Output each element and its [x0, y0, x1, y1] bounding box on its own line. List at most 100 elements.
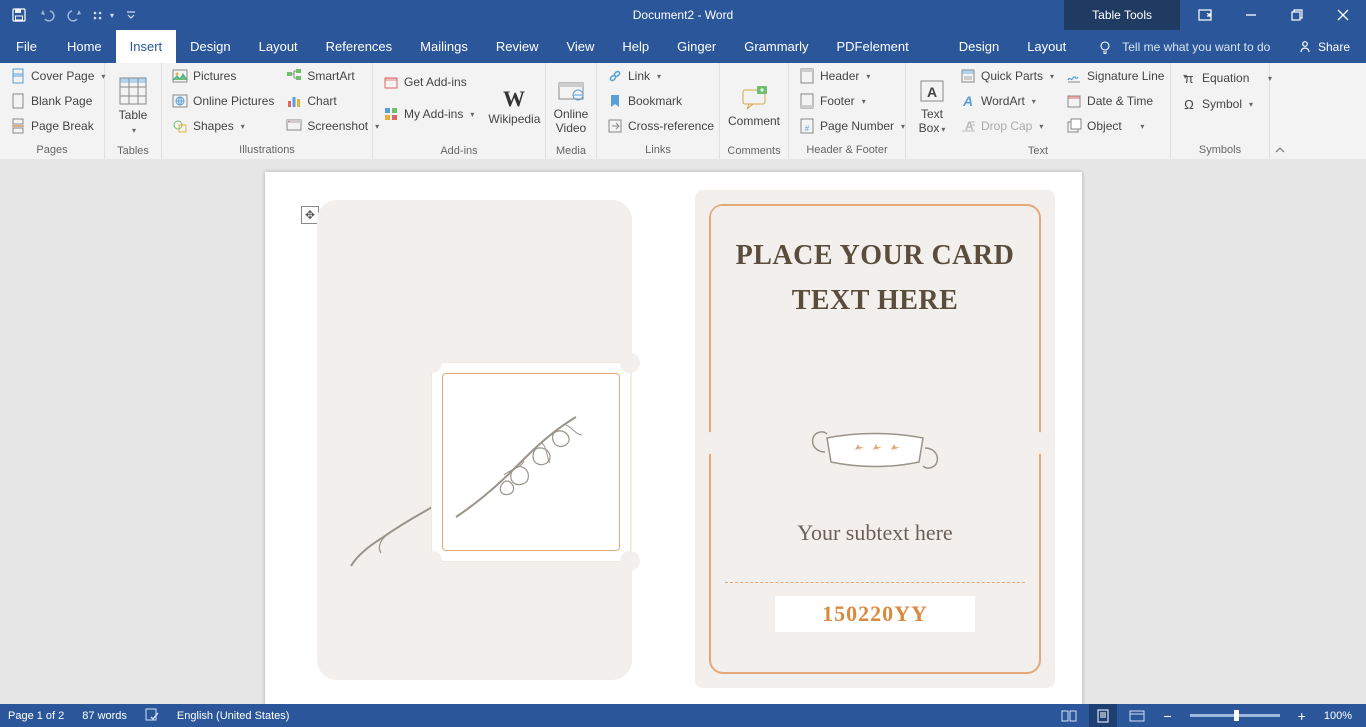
chart-button[interactable]: Chart: [282, 90, 383, 112]
group-label-pages: Pages: [0, 141, 104, 159]
tab-grammarly[interactable]: Grammarly: [730, 30, 822, 63]
group-pages: Cover Page▾ Blank Page Page Break Pages: [0, 63, 105, 159]
status-page[interactable]: Page 1 of 2: [8, 710, 64, 722]
group-addins: Get Add-ins My Add-ins▾ W Wikipedia Add-…: [373, 63, 546, 159]
picture-frame[interactable]: [431, 362, 631, 562]
share-button[interactable]: Share: [1282, 30, 1366, 63]
read-mode-button[interactable]: [1055, 704, 1083, 727]
equation-button[interactable]: πEquation ▾: [1177, 67, 1276, 89]
redo-button[interactable]: [62, 3, 88, 27]
shapes-button[interactable]: Shapes▾: [168, 115, 278, 137]
group-label-tables: Tables: [105, 143, 161, 159]
group-symbols: πEquation ▾ ΩSymbol▾ Symbols: [1171, 63, 1270, 159]
card-left-panel[interactable]: [317, 200, 632, 680]
zoom-in-button[interactable]: +: [1292, 708, 1312, 724]
status-bar: Page 1 of 2 87 words English (United Sta…: [0, 704, 1366, 727]
group-tables: Table▾ Tables: [105, 63, 162, 159]
wikipedia-button[interactable]: W Wikipedia: [482, 65, 546, 143]
document-area[interactable]: ✥ PLACE YOUR CARD: [0, 159, 1366, 704]
tab-insert[interactable]: Insert: [116, 30, 177, 63]
picture-placeholder[interactable]: [442, 373, 620, 551]
group-label-hf: Header & Footer: [789, 141, 905, 159]
group-header-footer: Header▾ Footer▾ #Page Number▾ Header & F…: [789, 63, 906, 159]
zoom-level[interactable]: 100%: [1324, 710, 1352, 722]
get-addins-button[interactable]: Get Add-ins: [379, 71, 478, 93]
share-icon: [1298, 40, 1312, 54]
tab-ginger[interactable]: Ginger: [663, 30, 730, 63]
svg-text:Ω: Ω: [1184, 97, 1194, 112]
link-button[interactable]: Link▾: [603, 65, 718, 87]
status-word-count[interactable]: 87 words: [82, 710, 127, 722]
tab-layout[interactable]: Layout: [245, 30, 312, 63]
comment-button[interactable]: Comment: [722, 65, 786, 143]
cross-reference-button[interactable]: Cross-reference: [603, 115, 718, 137]
proofing-icon[interactable]: [145, 707, 159, 724]
svg-text:W: W: [503, 86, 525, 110]
tab-view[interactable]: View: [552, 30, 608, 63]
tab-table-layout[interactable]: Layout: [1013, 30, 1080, 63]
page[interactable]: ✥ PLACE YOUR CARD: [265, 172, 1082, 704]
group-comments: Comment Comments: [720, 63, 789, 159]
minimize-button[interactable]: [1228, 0, 1274, 30]
save-button[interactable]: [6, 3, 32, 27]
web-layout-button[interactable]: [1123, 704, 1151, 727]
tab-references[interactable]: References: [312, 30, 406, 63]
qat-more-button[interactable]: ▾: [90, 3, 116, 27]
table-button[interactable]: Table▾: [112, 65, 154, 143]
wikipedia-icon: W: [499, 86, 529, 110]
online-video-button[interactable]: Online Video: [548, 65, 595, 143]
close-button[interactable]: [1320, 0, 1366, 30]
undo-button[interactable]: [34, 3, 60, 27]
tab-design[interactable]: Design: [176, 30, 244, 63]
card-right-panel[interactable]: PLACE YOUR CARD TEXT HERE Your subtext h…: [695, 190, 1055, 688]
my-addins-button[interactable]: My Add-ins▾: [379, 103, 478, 125]
tab-review[interactable]: Review: [482, 30, 553, 63]
title-bar: ▾ Document2 - Word Table Tools Sign in: [0, 0, 1366, 30]
tab-table-design[interactable]: Design: [945, 30, 1013, 63]
smartart-button[interactable]: SmartArt: [282, 65, 383, 87]
tab-file[interactable]: File: [0, 30, 53, 63]
zoom-slider[interactable]: [1190, 714, 1280, 717]
share-label: Share: [1318, 40, 1350, 54]
qat-customize-button[interactable]: [118, 3, 144, 27]
print-layout-button[interactable]: [1089, 704, 1117, 727]
footer-button[interactable]: Footer▾: [795, 90, 909, 112]
tab-mailings[interactable]: Mailings: [406, 30, 482, 63]
text-box-button[interactable]: A Text Box▾: [912, 65, 952, 143]
tab-pdfelement[interactable]: PDFelement: [822, 30, 922, 63]
blank-page-button[interactable]: Blank Page: [6, 90, 109, 112]
group-label-symbols: Symbols: [1171, 141, 1269, 159]
collapse-ribbon-button[interactable]: [1270, 63, 1290, 159]
quick-access-toolbar: ▾: [0, 3, 144, 27]
flower-sketch-icon: [446, 377, 616, 547]
group-links: Link▾ Bookmark Cross-reference Links: [597, 63, 720, 159]
table-icon: [118, 76, 148, 106]
zoom-out-button[interactable]: −: [1157, 708, 1177, 724]
tell-me-search[interactable]: Tell me what you want to do: [1098, 30, 1270, 63]
page-number-button[interactable]: #Page Number▾: [795, 115, 909, 137]
card-date[interactable]: 150220YY: [775, 596, 975, 632]
pictures-button[interactable]: Pictures: [168, 65, 278, 87]
status-language[interactable]: English (United States): [177, 710, 290, 722]
card-heading[interactable]: PLACE YOUR CARD TEXT HERE: [725, 234, 1025, 324]
tab-home[interactable]: Home: [53, 30, 116, 63]
lightbulb-icon: [1098, 40, 1112, 54]
card-subtext[interactable]: Your subtext here: [695, 520, 1055, 546]
bookmark-button[interactable]: Bookmark: [603, 90, 718, 112]
ribbon-display-options-button[interactable]: [1182, 0, 1228, 30]
drop-cap-button[interactable]: ADrop Cap▾: [956, 115, 1058, 137]
screenshot-button[interactable]: Screenshot▾: [282, 115, 383, 137]
online-pictures-button[interactable]: Online Pictures: [168, 90, 278, 112]
tab-help[interactable]: Help: [608, 30, 663, 63]
wordart-button[interactable]: AWordArt▾: [956, 90, 1058, 112]
cover-page-button[interactable]: Cover Page▾: [6, 65, 109, 87]
group-label-links: Links: [597, 141, 719, 159]
group-label-media: Media: [546, 143, 596, 159]
restore-button[interactable]: [1274, 0, 1320, 30]
page-break-button[interactable]: Page Break: [6, 115, 109, 137]
textbox-icon: A: [918, 77, 946, 105]
group-label-text: Text: [906, 143, 1170, 159]
quick-parts-button[interactable]: Quick Parts▾: [956, 65, 1058, 87]
header-button[interactable]: Header▾: [795, 65, 909, 87]
symbol-button[interactable]: ΩSymbol▾: [1177, 93, 1276, 115]
